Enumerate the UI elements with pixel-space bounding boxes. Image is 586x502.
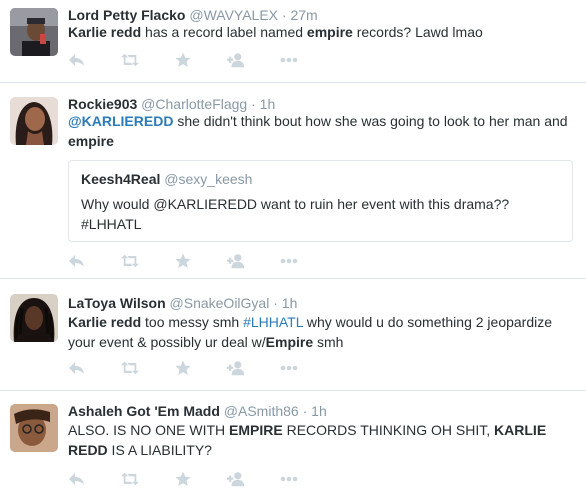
highlighted-keyword: EMPIRE (229, 422, 283, 438)
quoted-display-name: Keesh4Real (81, 171, 161, 187)
quoted-tweet-text: Why would @KARLIEREDD want to ruin her e… (81, 196, 510, 232)
retweet-icon[interactable] (121, 359, 139, 377)
tweet-header: Ashaleh Got 'Em Madd @ASmith86 · 1h (68, 402, 327, 420)
tweet-text-segment: smh (313, 334, 344, 350)
timestamp[interactable]: 1h (282, 295, 298, 311)
tweet-text: ALSO. IS NO ONE WITH EMPIRE RECORDS THIN… (68, 420, 573, 460)
reply-icon[interactable] (68, 252, 86, 270)
timestamp[interactable]: 27m (290, 7, 317, 23)
highlighted-keyword: Karlie redd (68, 24, 142, 40)
follow-user-icon[interactable] (227, 252, 245, 270)
more-icon[interactable] (280, 51, 298, 69)
separator: · (281, 7, 287, 23)
retweet-icon[interactable] (121, 252, 139, 270)
tweet-text: Karlie redd too messy smh #LHHATL why wo… (68, 312, 573, 352)
quoted-tweet[interactable]: Keesh4Real @sexy_keesh Why would @KARLIE… (68, 160, 573, 242)
quoted-tweet-header: Keesh4Real @sexy_keesh (81, 171, 252, 187)
tweet-link[interactable]: @KARLIEREDD (68, 113, 173, 129)
tweet-3[interactable]: LaToya Wilson @SnakeOilGyal · 1h Karlie … (0, 279, 586, 391)
star-icon[interactable] (174, 359, 192, 377)
reply-icon[interactable] (68, 359, 86, 377)
tweet-text-segment: records? Lawd lmao (352, 24, 483, 40)
tweet-text-segment: ALSO. IS NO ONE WITH (68, 422, 230, 438)
tweet-actions (68, 359, 333, 377)
more-icon[interactable] (280, 470, 298, 488)
star-icon[interactable] (174, 51, 192, 69)
tweet-text-segment: too messy smh (141, 314, 244, 330)
avatar[interactable] (10, 294, 58, 342)
tweet-4[interactable]: Ashaleh Got 'Em Madd @ASmith86 · 1h ALSO… (0, 391, 586, 502)
quoted-user-handle: @sexy_keesh (164, 171, 253, 187)
retweet-icon[interactable] (121, 470, 139, 488)
user-handle[interactable]: @WAVYALEX (189, 7, 278, 23)
more-icon[interactable] (280, 252, 298, 270)
avatar-image (10, 404, 58, 452)
avatar-image (10, 294, 58, 342)
reply-icon[interactable] (68, 51, 86, 69)
highlighted-keyword: empire (68, 133, 114, 149)
reply-icon[interactable] (68, 470, 86, 488)
separator: · (273, 295, 278, 311)
display-name[interactable]: Ashaleh Got 'Em Madd (68, 403, 220, 419)
avatar[interactable] (10, 404, 58, 452)
display-name[interactable]: Rockie903 (68, 96, 137, 112)
tweet-link[interactable]: #LHHATL (243, 314, 303, 330)
separator: · (302, 403, 308, 419)
retweet-icon[interactable] (121, 51, 139, 69)
tweet-text-segment: IS A LIABILITY? (107, 442, 212, 458)
avatar-image (10, 97, 58, 145)
tweet-text-segment: has a record label named (141, 24, 307, 40)
tweet-text: @KARLIEREDD she didn't think bout how sh… (68, 111, 573, 151)
tweet-actions (68, 51, 333, 69)
timestamp[interactable]: 1h (260, 96, 276, 112)
timestamp[interactable]: 1h (311, 403, 327, 419)
star-icon[interactable] (174, 470, 192, 488)
more-icon[interactable] (280, 359, 298, 377)
tweet-actions (68, 252, 333, 270)
user-handle[interactable]: @SnakeOilGyal (170, 295, 270, 311)
tweet-text: Karlie redd has a record label named emp… (68, 22, 573, 42)
tweet-actions (68, 470, 333, 488)
user-handle[interactable]: @CharlotteFlagg (141, 96, 247, 112)
tweet-1[interactable]: Lord Petty Flacko @WAVYALEX · 27m Karlie… (0, 0, 586, 83)
tweet-2[interactable]: Rockie903 @CharlotteFlagg · 1h @KARLIERE… (0, 83, 586, 279)
highlighted-keyword: empire (306, 24, 353, 40)
avatar[interactable] (10, 97, 58, 145)
avatar[interactable] (10, 8, 58, 56)
follow-user-icon[interactable] (227, 470, 245, 488)
display-name[interactable]: LaToya Wilson (68, 295, 166, 311)
separator: · (251, 96, 256, 112)
tweet-text-segment: she didn't think bout how she was going … (173, 113, 568, 129)
display-name[interactable]: Lord Petty Flacko (68, 7, 185, 23)
tweet-header: LaToya Wilson @SnakeOilGyal · 1h (68, 294, 297, 312)
avatar-image (10, 8, 58, 56)
tweet-text-segment: RECORDS THINKING OH SHIT, (282, 422, 495, 438)
follow-user-icon[interactable] (227, 51, 245, 69)
highlighted-keyword: Empire (265, 334, 314, 350)
star-icon[interactable] (174, 252, 192, 270)
user-handle[interactable]: @ASmith86 (224, 403, 299, 419)
highlighted-keyword: Karlie redd (68, 314, 142, 330)
follow-user-icon[interactable] (227, 359, 245, 377)
